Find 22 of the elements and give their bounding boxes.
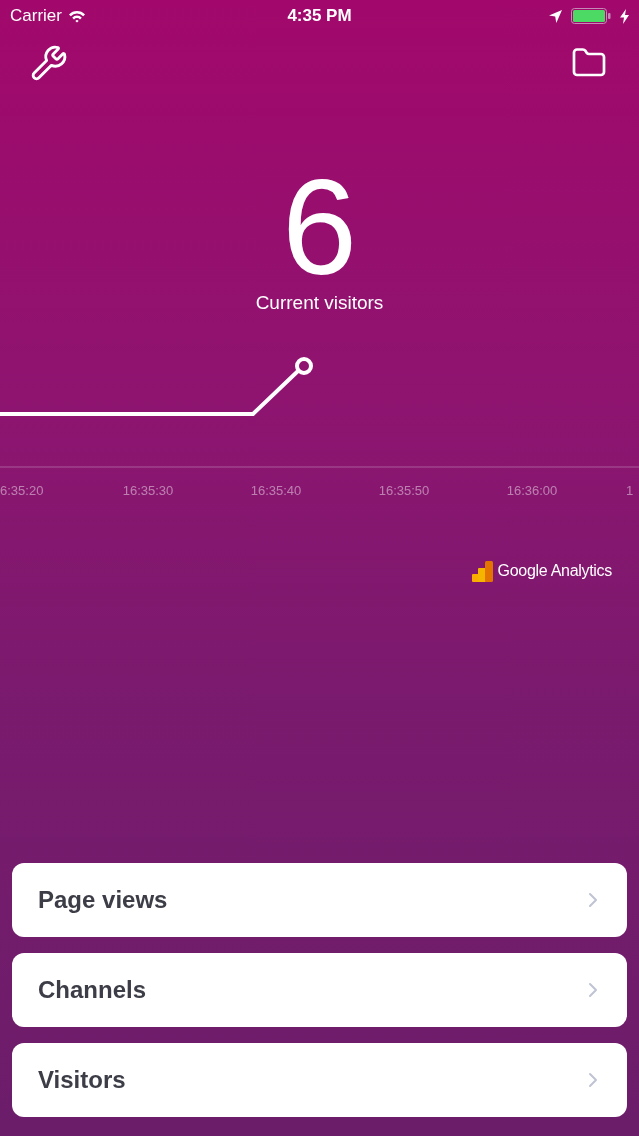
time-axis-label: 16:35:40 xyxy=(250,483,302,498)
visitor-count-label: Current visitors xyxy=(255,293,384,312)
battery-icon xyxy=(571,8,611,24)
charging-bolt-icon xyxy=(620,8,629,24)
time-axis-label: 6:35:20 xyxy=(0,483,44,498)
carrier-label: Carrier xyxy=(10,5,62,28)
time-axis-label: 16:35:50 xyxy=(378,483,430,498)
wifi-icon xyxy=(67,9,86,23)
analytics-brand-label: Google Analytics xyxy=(497,561,612,581)
time-axis-label: 1 xyxy=(626,483,634,498)
data-point-marker xyxy=(295,357,313,375)
analytics-logo-icon xyxy=(471,560,493,582)
time-axis-label: 16:36:00 xyxy=(506,483,558,498)
wrench-icon xyxy=(30,44,68,82)
visitor-count: 6 xyxy=(281,160,358,295)
settings-wrench-button[interactable] xyxy=(29,43,69,83)
menu-row[interactable]: Page views xyxy=(12,863,627,937)
time-axis-label: 16:35:30 xyxy=(122,483,174,498)
location-arrow-icon xyxy=(549,9,562,23)
status-time: 4:35 PM xyxy=(287,5,352,28)
menu-row[interactable]: Channels xyxy=(12,953,627,1027)
menu-row[interactable]: Visitors xyxy=(12,1043,627,1117)
